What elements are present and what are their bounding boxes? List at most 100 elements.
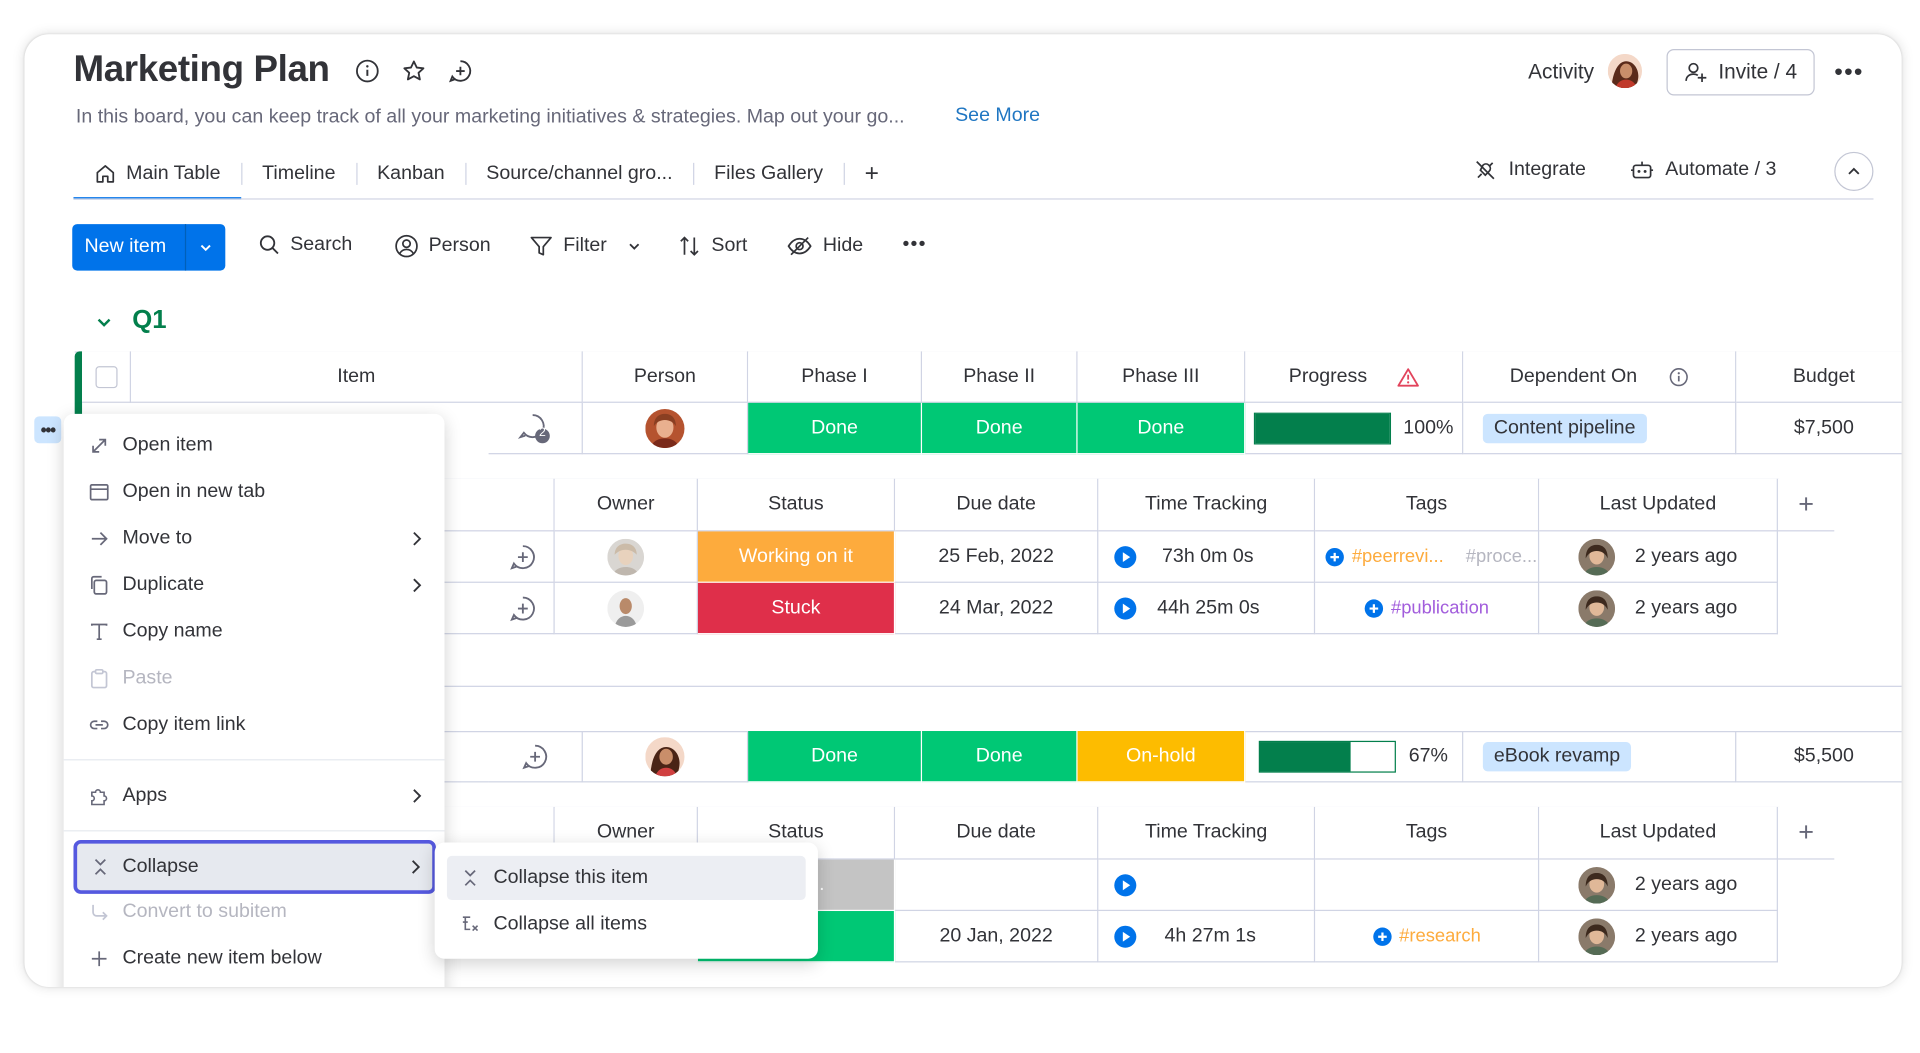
subitem-updates-cell[interactable] xyxy=(444,531,555,583)
dependent-on-cell[interactable]: eBook revamp xyxy=(1463,731,1737,783)
column-header-phase-2[interactable]: Phase II xyxy=(922,351,1078,403)
menu-item-copy-name[interactable]: Copy name xyxy=(88,613,223,650)
subitem-updates-cell[interactable] xyxy=(444,582,555,635)
new-item-dropdown[interactable] xyxy=(184,224,225,271)
tab-main-table[interactable]: Main Table xyxy=(73,149,242,200)
subcolumn-header-last-updated[interactable]: Last Updated xyxy=(1539,806,1778,860)
play-icon[interactable] xyxy=(1113,596,1137,620)
menu-item-copy-link[interactable]: Copy item link xyxy=(88,707,245,744)
dependent-on-cell[interactable]: Content pipeline xyxy=(1463,402,1737,455)
item-name-cell[interactable] xyxy=(444,731,489,783)
play-icon[interactable] xyxy=(1113,924,1137,948)
chevron-down-icon[interactable] xyxy=(626,239,641,254)
collapse-header-button[interactable] xyxy=(1834,151,1874,192)
tab-files-gallery[interactable]: Files Gallery xyxy=(693,149,843,198)
warning-icon[interactable] xyxy=(1396,367,1419,387)
hide-button[interactable]: Hide xyxy=(786,234,863,258)
status-phase-1[interactable]: Done xyxy=(748,402,923,455)
group-title[interactable]: Q1 xyxy=(132,306,166,335)
add-tag-icon[interactable] xyxy=(1372,926,1392,946)
dependency-pill[interactable]: Content pipeline xyxy=(1482,413,1647,443)
subcolumn-header-time-tracking[interactable]: Time Tracking xyxy=(1098,478,1316,532)
subcolumn-header-due-date[interactable]: Due date xyxy=(895,478,1099,532)
status-phase-3[interactable]: Done xyxy=(1077,402,1246,455)
add-column-button[interactable]: + xyxy=(1777,806,1835,860)
submenu-item-collapse-all[interactable]: Collapse all items xyxy=(447,902,806,946)
person-cell[interactable] xyxy=(582,402,749,455)
sort-button[interactable]: Sort xyxy=(677,234,747,258)
avatar[interactable] xyxy=(607,538,645,575)
tab-source-channel[interactable]: Source/channel gro... xyxy=(465,149,693,198)
owner-cell[interactable] xyxy=(554,582,698,635)
avatar[interactable] xyxy=(645,408,685,448)
tab-timeline[interactable]: Timeline xyxy=(241,149,356,198)
budget-cell[interactable]: $7,500 xyxy=(1736,403,1902,455)
toolbar-more-icon[interactable]: ••• xyxy=(902,234,926,256)
menu-item-duplicate[interactable]: Duplicate xyxy=(88,567,443,604)
more-options-icon[interactable]: ••• xyxy=(1834,59,1863,87)
tag[interactable]: #publication xyxy=(1391,598,1489,619)
due-date-cell[interactable]: 20 Jan, 2022 xyxy=(895,911,1099,963)
person-cell[interactable] xyxy=(582,731,749,783)
integrate-button[interactable]: Integrate xyxy=(1473,158,1586,182)
select-all-checkbox[interactable] xyxy=(94,365,117,388)
person-filter-button[interactable]: Person xyxy=(394,234,491,258)
time-tracking-cell[interactable]: 73h 0m 0s xyxy=(1098,531,1316,583)
activity-button[interactable]: Activity xyxy=(1528,60,1594,84)
menu-item-create-below[interactable]: Create new item below xyxy=(88,940,322,977)
menu-item-move-to[interactable]: Move to xyxy=(88,520,443,557)
avatar[interactable] xyxy=(645,736,685,776)
subcolumn-header-last-updated[interactable]: Last Updated xyxy=(1539,478,1778,532)
time-tracking-cell[interactable]: 4h 27m 1s xyxy=(1098,911,1316,963)
play-icon[interactable] xyxy=(1113,544,1137,568)
subitem-status[interactable]: Working on it xyxy=(697,531,896,583)
due-date-cell[interactable]: 25 Feb, 2022 xyxy=(895,531,1099,583)
item-updates-cell[interactable]: 2 xyxy=(488,402,583,455)
tag[interactable]: #research xyxy=(1399,926,1481,947)
tags-cell[interactable] xyxy=(1315,859,1540,912)
menu-item-apps[interactable]: Apps xyxy=(88,778,443,815)
column-header-progress[interactable]: Progress xyxy=(1245,351,1464,403)
menu-item-open-new-tab[interactable]: Open in new tab xyxy=(88,474,265,511)
avatar[interactable] xyxy=(1578,866,1616,904)
add-update-icon[interactable] xyxy=(448,59,472,83)
subcolumn-header-status[interactable]: Status xyxy=(697,478,896,532)
submenu-item-collapse-this[interactable]: Collapse this item xyxy=(446,855,806,901)
column-header-phase-1[interactable]: Phase I xyxy=(748,351,923,403)
avatar[interactable] xyxy=(1607,53,1643,89)
star-icon[interactable] xyxy=(402,59,426,83)
filter-button[interactable]: Filter xyxy=(529,234,641,258)
avatar[interactable] xyxy=(1578,589,1616,627)
info-icon[interactable] xyxy=(1669,367,1689,387)
board-title[interactable]: Marketing Plan xyxy=(73,49,330,91)
tab-kanban[interactable]: Kanban xyxy=(356,149,465,198)
automate-button[interactable]: Automate / 3 xyxy=(1630,158,1776,182)
owner-cell[interactable] xyxy=(554,531,698,583)
status-phase-2[interactable]: Done xyxy=(922,731,1078,783)
play-icon[interactable] xyxy=(1113,872,1137,896)
time-tracking-cell[interactable]: 44h 25m 0s xyxy=(1098,582,1316,635)
tag[interactable]: #peerrevi... xyxy=(1352,546,1444,567)
menu-item-open-item[interactable]: Open item xyxy=(88,427,213,464)
add-view-button[interactable]: + xyxy=(843,149,900,198)
subcolumn-header-time-tracking[interactable]: Time Tracking xyxy=(1098,806,1316,860)
tags-cell[interactable]: #research xyxy=(1315,911,1540,963)
status-phase-2[interactable]: Done xyxy=(922,402,1078,455)
column-header-person[interactable]: Person xyxy=(582,351,749,403)
tags-cell[interactable]: #peerrevi... #proce... xyxy=(1315,531,1540,583)
new-item-button[interactable]: New item xyxy=(72,224,226,271)
item-updates-cell[interactable] xyxy=(488,731,583,783)
column-header-budget[interactable]: Budget xyxy=(1736,351,1902,403)
subcolumn-header-tags[interactable]: Tags xyxy=(1315,478,1540,532)
add-tag-icon[interactable] xyxy=(1325,547,1345,567)
dependency-pill[interactable]: eBook revamp xyxy=(1482,741,1632,771)
column-header-phase-3[interactable]: Phase III xyxy=(1077,351,1246,403)
time-tracking-cell[interactable] xyxy=(1098,859,1316,912)
invite-button[interactable]: Invite / 4 xyxy=(1666,48,1815,96)
status-phase-3[interactable]: On-hold xyxy=(1077,731,1246,783)
see-more-link[interactable]: See More xyxy=(955,105,1040,127)
column-header-item[interactable]: Item xyxy=(131,351,583,403)
due-date-cell[interactable]: 24 Mar, 2022 xyxy=(895,582,1099,635)
add-column-button[interactable]: + xyxy=(1777,478,1835,532)
subcolumn-header-tags[interactable]: Tags xyxy=(1315,806,1540,860)
